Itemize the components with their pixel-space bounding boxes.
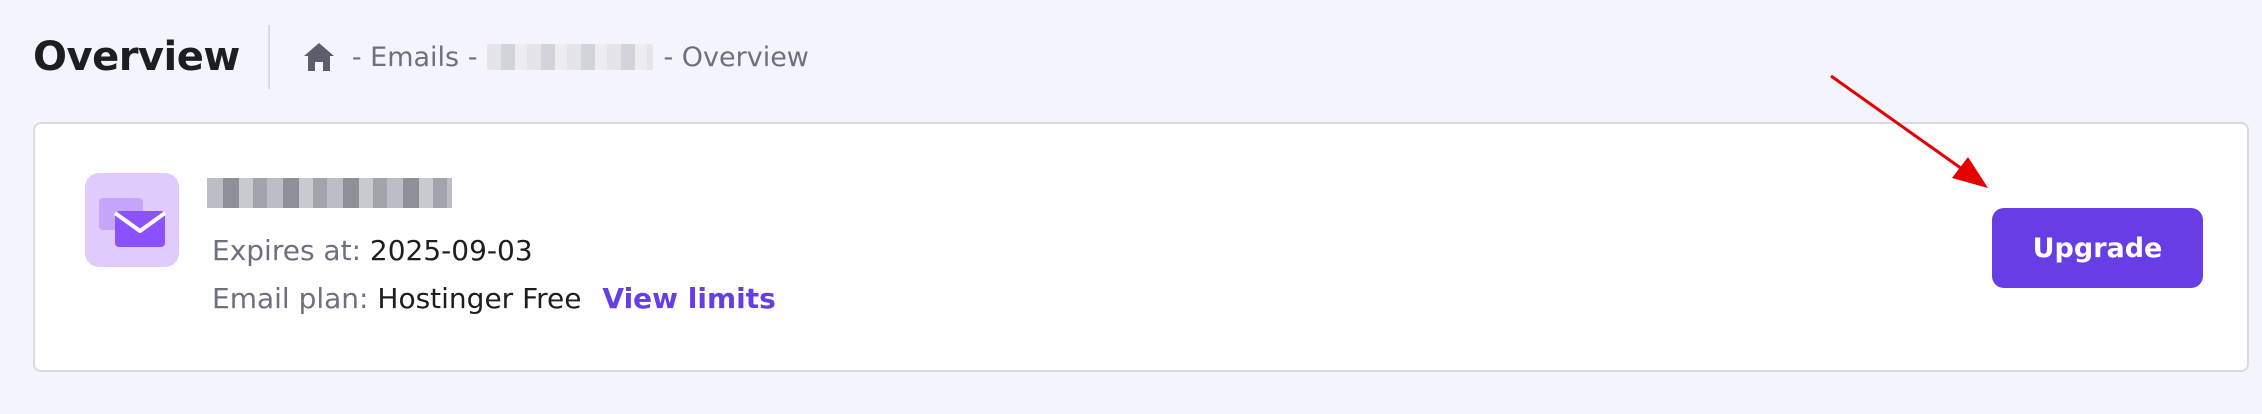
view-limits-link[interactable]: View limits <box>602 282 775 315</box>
upgrade-button[interactable]: Upgrade <box>1992 208 2203 288</box>
breadcrumb-domain-redacted[interactable] <box>487 44 654 70</box>
domain-name-redacted <box>207 178 452 208</box>
header-divider <box>267 25 270 89</box>
mail-icon <box>85 173 179 267</box>
breadcrumb: - Emails - - Overview <box>302 41 809 73</box>
expires-label: Expires at: <box>212 234 361 267</box>
plan-row: Email plan: Hostinger Free View limits <box>212 282 776 315</box>
breadcrumb-current: - Overview <box>663 41 809 73</box>
annotation-arrow-icon <box>1830 74 1988 188</box>
plan-label: Email plan: <box>212 282 369 315</box>
plan-value: Hostinger Free <box>377 282 582 315</box>
expires-value: 2025-09-03 <box>369 234 533 267</box>
expiry-row: Expires at: 2025-09-03 <box>212 234 533 267</box>
page-title: Overview <box>33 34 240 80</box>
breadcrumb-separator-emails[interactable]: - Emails - <box>352 42 478 73</box>
page-header: Overview - Emails - - Overview <box>33 24 809 90</box>
home-icon[interactable] <box>302 41 336 73</box>
